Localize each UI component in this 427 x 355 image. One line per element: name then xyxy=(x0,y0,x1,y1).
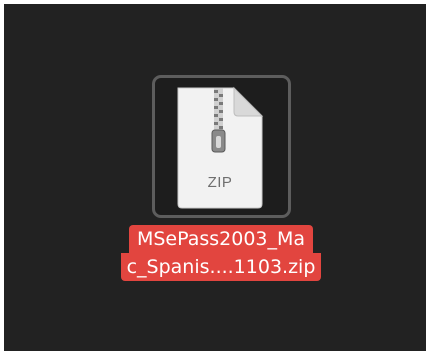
filename-line-1: MSePass2003_Ma xyxy=(128,225,314,253)
desktop: ZIP MSePass2003_Ma c_Spanis....1103.zip xyxy=(0,0,427,351)
filename-line-2: c_Spanis....1103.zip xyxy=(120,253,322,281)
file-type-label: ZIP xyxy=(207,174,233,191)
file-item[interactable]: ZIP MSePass2003_Ma c_Spanis....1103.zip xyxy=(4,4,427,355)
zip-archive-icon[interactable] xyxy=(170,86,270,210)
filename-label[interactable]: MSePass2003_Ma c_Spanis....1103.zip xyxy=(101,225,341,281)
